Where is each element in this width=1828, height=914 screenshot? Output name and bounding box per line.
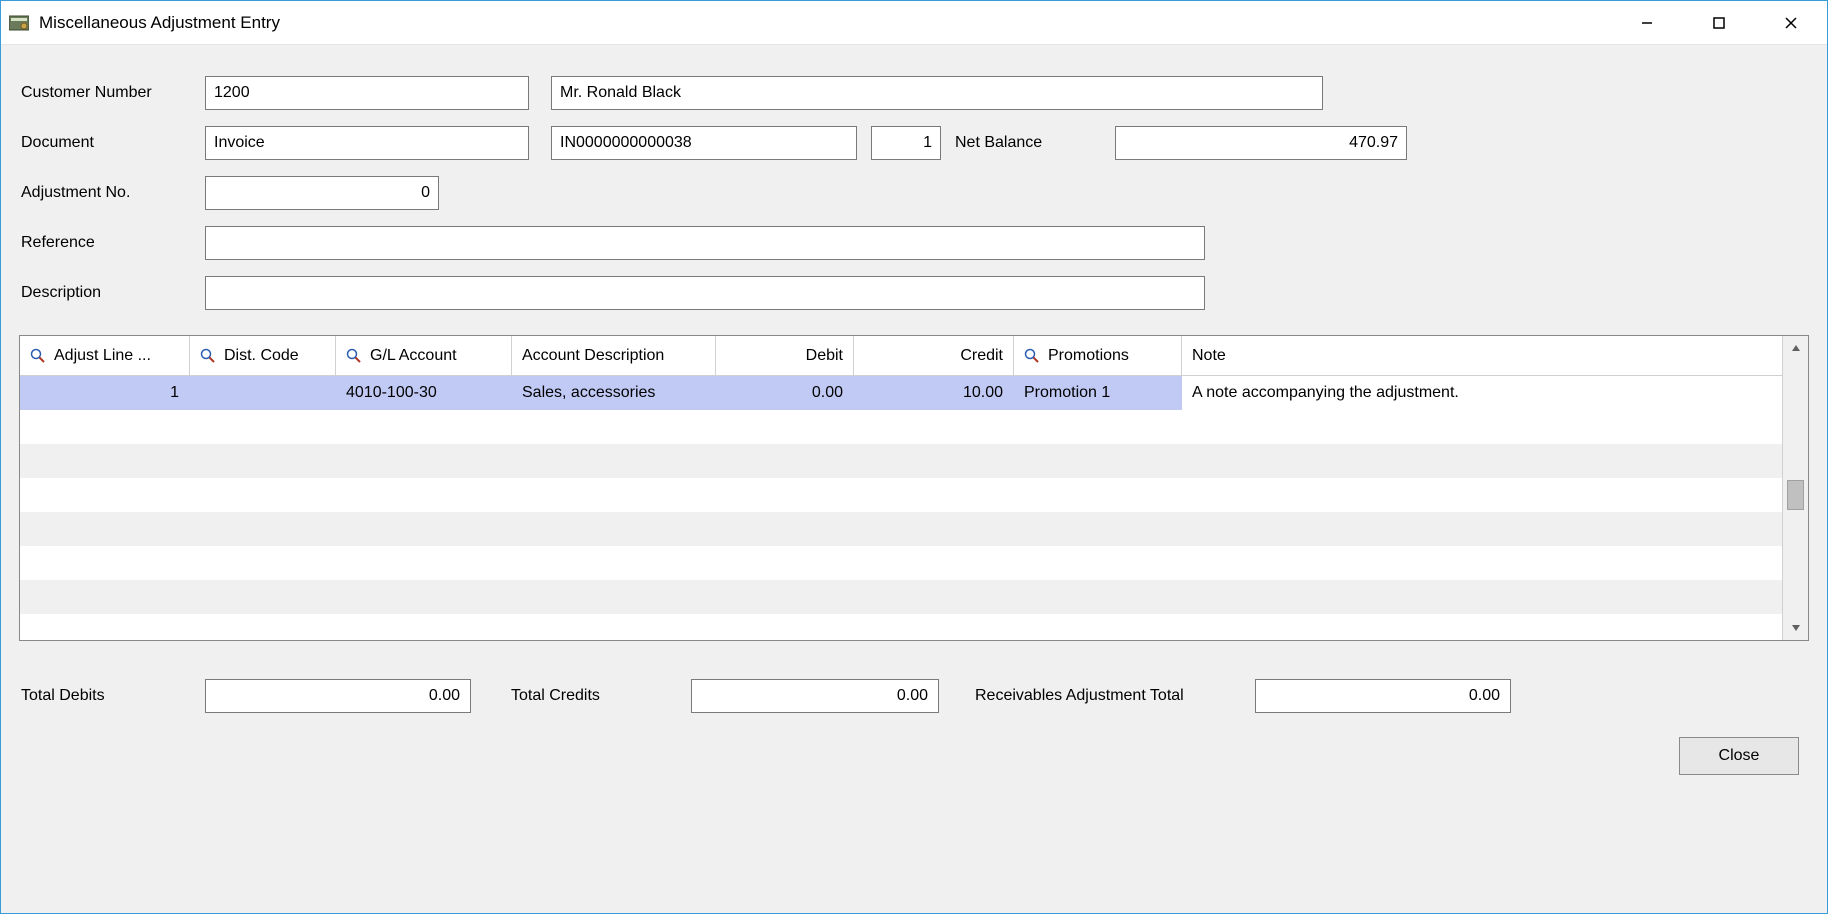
header-dist-code[interactable]: Dist. Code [190, 336, 336, 375]
cell-credit[interactable]: 10.00 [854, 376, 1014, 410]
totals-row: Total Debits 0.00 Total Credits 0.00 Rec… [19, 679, 1809, 713]
field-document-number[interactable]: IN0000000000038 [551, 126, 857, 160]
close-window-button[interactable] [1755, 1, 1827, 45]
label-document: Document [19, 134, 205, 152]
header-gl-account[interactable]: G/L Account [336, 336, 512, 375]
row-description: Description [19, 275, 1809, 311]
cell-adjust-line[interactable]: 1 [20, 376, 190, 410]
label-total-credits: Total Credits [511, 687, 691, 705]
field-customer-number[interactable]: 1200 [205, 76, 529, 110]
table-row[interactable] [20, 614, 1782, 640]
table-row[interactable] [20, 444, 1782, 478]
header-promotions[interactable]: Promotions [1014, 336, 1182, 375]
scroll-up-icon[interactable] [1783, 336, 1809, 360]
row-adjustment-no: Adjustment No. 0 [19, 175, 1809, 211]
field-total-credits: 0.00 [691, 679, 939, 713]
field-total-debits: 0.00 [205, 679, 471, 713]
field-adjustment-no[interactable]: 0 [205, 176, 439, 210]
field-document-type[interactable]: Invoice [205, 126, 529, 160]
vertical-scrollbar[interactable] [1782, 336, 1808, 640]
label-total-debits: Total Debits [19, 687, 205, 705]
cell-promotions[interactable]: Promotion 1 [1014, 376, 1182, 410]
maximize-button[interactable] [1683, 1, 1755, 45]
row-document: Document Invoice IN0000000000038 1 Net B… [19, 125, 1809, 161]
label-receivables-adj-total: Receivables Adjustment Total [975, 687, 1255, 705]
grid-header: Adjust Line ... Dist. Code G/L Account [20, 336, 1782, 376]
field-document-seq[interactable]: 1 [871, 126, 941, 160]
field-customer-name: Mr. Ronald Black [551, 76, 1323, 110]
grid-body: 1 4010-100-30 Sales, accessories 0.00 10… [20, 376, 1782, 640]
field-reference[interactable] [205, 226, 1205, 260]
cell-account-desc[interactable]: Sales, accessories [512, 376, 716, 410]
minimize-button[interactable] [1611, 1, 1683, 45]
label-description: Description [19, 284, 205, 302]
table-row[interactable] [20, 478, 1782, 512]
table-row[interactable] [20, 512, 1782, 546]
header-debit[interactable]: Debit [716, 336, 854, 375]
cell-gl-account[interactable]: 4010-100-30 [336, 376, 512, 410]
scroll-down-icon[interactable] [1783, 616, 1809, 640]
scroll-track[interactable] [1783, 360, 1808, 616]
label-reference: Reference [19, 234, 205, 252]
titlebar: Miscellaneous Adjustment Entry [1, 1, 1827, 45]
table-row[interactable] [20, 410, 1782, 444]
magnifier-icon [200, 348, 216, 364]
cell-dist-code[interactable] [190, 376, 336, 410]
field-net-balance: 470.97 [1115, 126, 1407, 160]
magnifier-icon [1024, 348, 1040, 364]
grid-wrap: Adjust Line ... Dist. Code G/L Account [19, 335, 1809, 641]
window: Miscellaneous Adjustment Entry Customer … [0, 0, 1828, 914]
header-adjust-line[interactable]: Adjust Line ... [20, 336, 190, 375]
label-customer-number: Customer Number [19, 84, 205, 102]
header-note[interactable]: Note [1182, 336, 1782, 375]
table-row[interactable]: 1 4010-100-30 Sales, accessories 0.00 10… [20, 376, 1782, 410]
app-icon [9, 14, 29, 32]
magnifier-icon [346, 348, 362, 364]
label-adjustment-no: Adjustment No. [19, 184, 205, 202]
table-row[interactable] [20, 546, 1782, 580]
header-account-desc[interactable]: Account Description [512, 336, 716, 375]
adjustment-grid[interactable]: Adjust Line ... Dist. Code G/L Account [20, 336, 1782, 640]
field-description[interactable] [205, 276, 1205, 310]
table-row[interactable] [20, 580, 1782, 614]
cell-debit[interactable]: 0.00 [716, 376, 854, 410]
footer: Close [19, 737, 1809, 775]
window-title: Miscellaneous Adjustment Entry [39, 13, 280, 33]
content-area: Customer Number 1200 Mr. Ronald Black Do… [1, 45, 1827, 913]
close-button[interactable]: Close [1679, 737, 1799, 775]
row-reference: Reference [19, 225, 1809, 261]
header-credit[interactable]: Credit [854, 336, 1014, 375]
label-net-balance: Net Balance [955, 134, 1105, 152]
field-receivables-adj-total: 0.00 [1255, 679, 1511, 713]
cell-note[interactable]: A note accompanying the adjustment. [1182, 376, 1782, 410]
magnifier-icon [30, 348, 46, 364]
window-controls [1611, 1, 1827, 45]
row-customer-number: Customer Number 1200 Mr. Ronald Black [19, 75, 1809, 111]
scroll-thumb[interactable] [1787, 480, 1804, 510]
